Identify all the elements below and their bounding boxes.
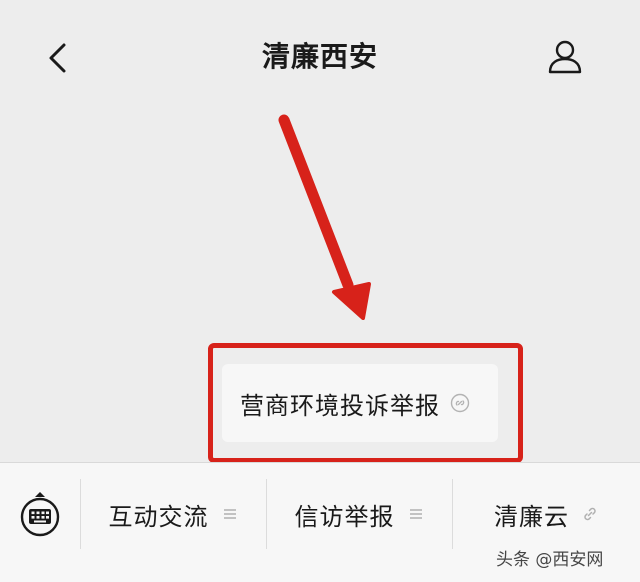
keyboard-icon: [20, 492, 60, 537]
link-icon: [584, 507, 596, 521]
submenu-item-business-environment-report[interactable]: 营商环境投诉举报: [222, 364, 498, 442]
menu-tab-clean-cloud[interactable]: 清廉云: [453, 479, 640, 549]
submenu-item-label: 营商环境投诉举报: [240, 391, 440, 420]
mini-program-link-icon: [450, 393, 470, 413]
top-nav-bar: 清廉西安: [0, 0, 640, 116]
menu-tab-interactive-exchange[interactable]: 互动交流: [81, 479, 266, 549]
menu-tab-label: 信访举报: [294, 502, 395, 531]
menu-lines-icon: [409, 509, 422, 519]
watermark-text: 头条 @西安网: [496, 550, 604, 570]
menu-lines-icon: [223, 509, 236, 519]
menu-tab-label: 互动交流: [108, 502, 209, 531]
menu-tab-label: 清廉云: [494, 502, 569, 531]
menu-tab-petition-report[interactable]: 信访举报: [267, 479, 452, 549]
profile-button[interactable]: [544, 36, 586, 78]
person-icon: [548, 40, 582, 74]
keyboard-toggle-button[interactable]: [18, 491, 62, 537]
